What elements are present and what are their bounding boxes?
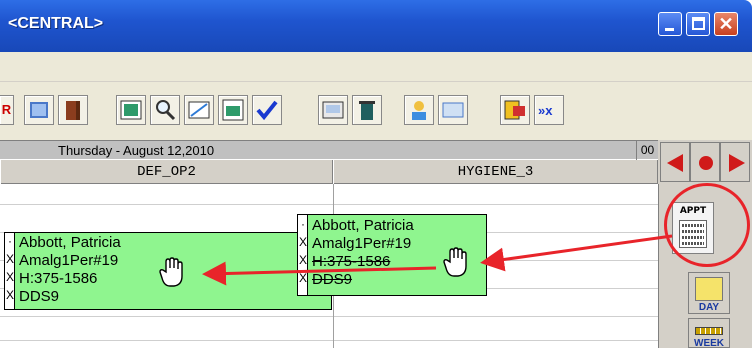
trash-icon <box>359 101 375 120</box>
menu-bar <box>0 52 752 82</box>
window-title-bar[interactable]: <CENTRAL> ✕ <box>0 0 752 52</box>
status-mark: X <box>5 288 14 302</box>
book-button[interactable] <box>58 95 88 125</box>
week-view-button[interactable]: WEEK <box>688 318 730 348</box>
arrow-left-icon <box>667 154 683 172</box>
maximize-button[interactable] <box>686 12 710 36</box>
window-title: <CENTRAL> <box>8 15 104 32</box>
printer-button[interactable] <box>318 95 348 125</box>
previous-day-button[interactable] <box>660 142 690 182</box>
date-bar: Thursday - August 12,2010 00 <box>0 140 658 160</box>
card-button[interactable] <box>438 95 468 125</box>
status-mark: X <box>5 270 14 284</box>
chart-icon <box>120 100 142 120</box>
exit-icon <box>504 100 525 120</box>
procedure-code: Amalg1Per#19 <box>19 252 119 269</box>
forward-button[interactable]: »x <box>534 95 564 125</box>
toolbar: R »x <box>0 82 752 140</box>
status-mark: · <box>301 217 305 231</box>
patient-phone: H:375-1586 <box>312 253 391 270</box>
exit-button[interactable] <box>500 95 530 125</box>
forward-icon: »x <box>538 103 553 118</box>
status-mark: X <box>298 235 307 249</box>
time-corner: 00 <box>636 141 658 160</box>
note-button[interactable] <box>184 95 214 125</box>
book-icon <box>66 101 80 120</box>
minimize-icon <box>665 28 674 31</box>
search-button[interactable] <box>150 95 180 125</box>
partial-toolbar-button[interactable]: R <box>0 95 14 125</box>
column-headers: DEF_OP2 HYGIENE_3 <box>0 160 658 184</box>
checkmark-icon <box>256 100 278 121</box>
provider-code: DDS9 <box>312 271 353 288</box>
patient-phone: H:375-1586 <box>19 270 98 287</box>
person-icon <box>412 101 426 120</box>
week-label: WEEK <box>694 338 724 348</box>
day-view-button[interactable]: DAY <box>688 272 730 314</box>
check-button[interactable] <box>252 95 282 125</box>
status-mark: X <box>298 271 307 285</box>
close-icon: ✕ <box>718 14 734 34</box>
patient-name: Abbott, Patricia <box>19 234 121 251</box>
arrow-right-icon <box>729 154 745 172</box>
today-button[interactable] <box>690 142 720 182</box>
provider-code: DDS9 <box>19 288 60 305</box>
column-header-hygiene-3[interactable]: HYGIENE_3 <box>333 160 658 184</box>
procedure-code: Amalg1Per#19 <box>312 235 412 252</box>
date-navigation <box>658 140 752 184</box>
svg-text:»x: »x <box>538 103 553 118</box>
status-mark: · <box>8 234 12 248</box>
next-day-button[interactable] <box>720 142 750 182</box>
patient-name: Abbott, Patricia <box>312 217 414 234</box>
red-dot-icon <box>699 156 713 170</box>
printer-icon <box>322 101 344 119</box>
day-page-icon <box>695 277 723 301</box>
column-header-def-op2[interactable]: DEF_OP2 <box>0 160 333 184</box>
notebook-icon <box>30 102 48 118</box>
chart-button[interactable] <box>116 95 146 125</box>
person-button[interactable] <box>404 95 434 125</box>
appointment-button[interactable] <box>218 95 248 125</box>
status-mark: X <box>298 253 307 267</box>
appointment-card-dragged[interactable]: · X X X Abbott, Patricia Amalg1Per#19 H:… <box>297 214 487 296</box>
day-label: DAY <box>698 302 720 313</box>
maximize-icon <box>692 17 705 30</box>
minimize-button[interactable] <box>658 12 682 36</box>
appointment-icon <box>222 99 244 121</box>
trash-button[interactable] <box>352 95 382 125</box>
magnifier-icon <box>156 100 176 121</box>
appointment-card-target[interactable]: · X X X Abbott, Patricia Amalg1Per#19 H:… <box>4 232 332 310</box>
week-bar-icon <box>695 327 723 335</box>
note-icon <box>188 101 210 119</box>
notebook-button[interactable] <box>24 95 54 125</box>
close-button[interactable]: ✕ <box>714 12 738 36</box>
highlight-circle <box>664 183 750 267</box>
card-icon <box>442 102 464 118</box>
status-mark: X <box>5 252 14 266</box>
schedule-date: Thursday - August 12,2010 <box>58 143 215 158</box>
